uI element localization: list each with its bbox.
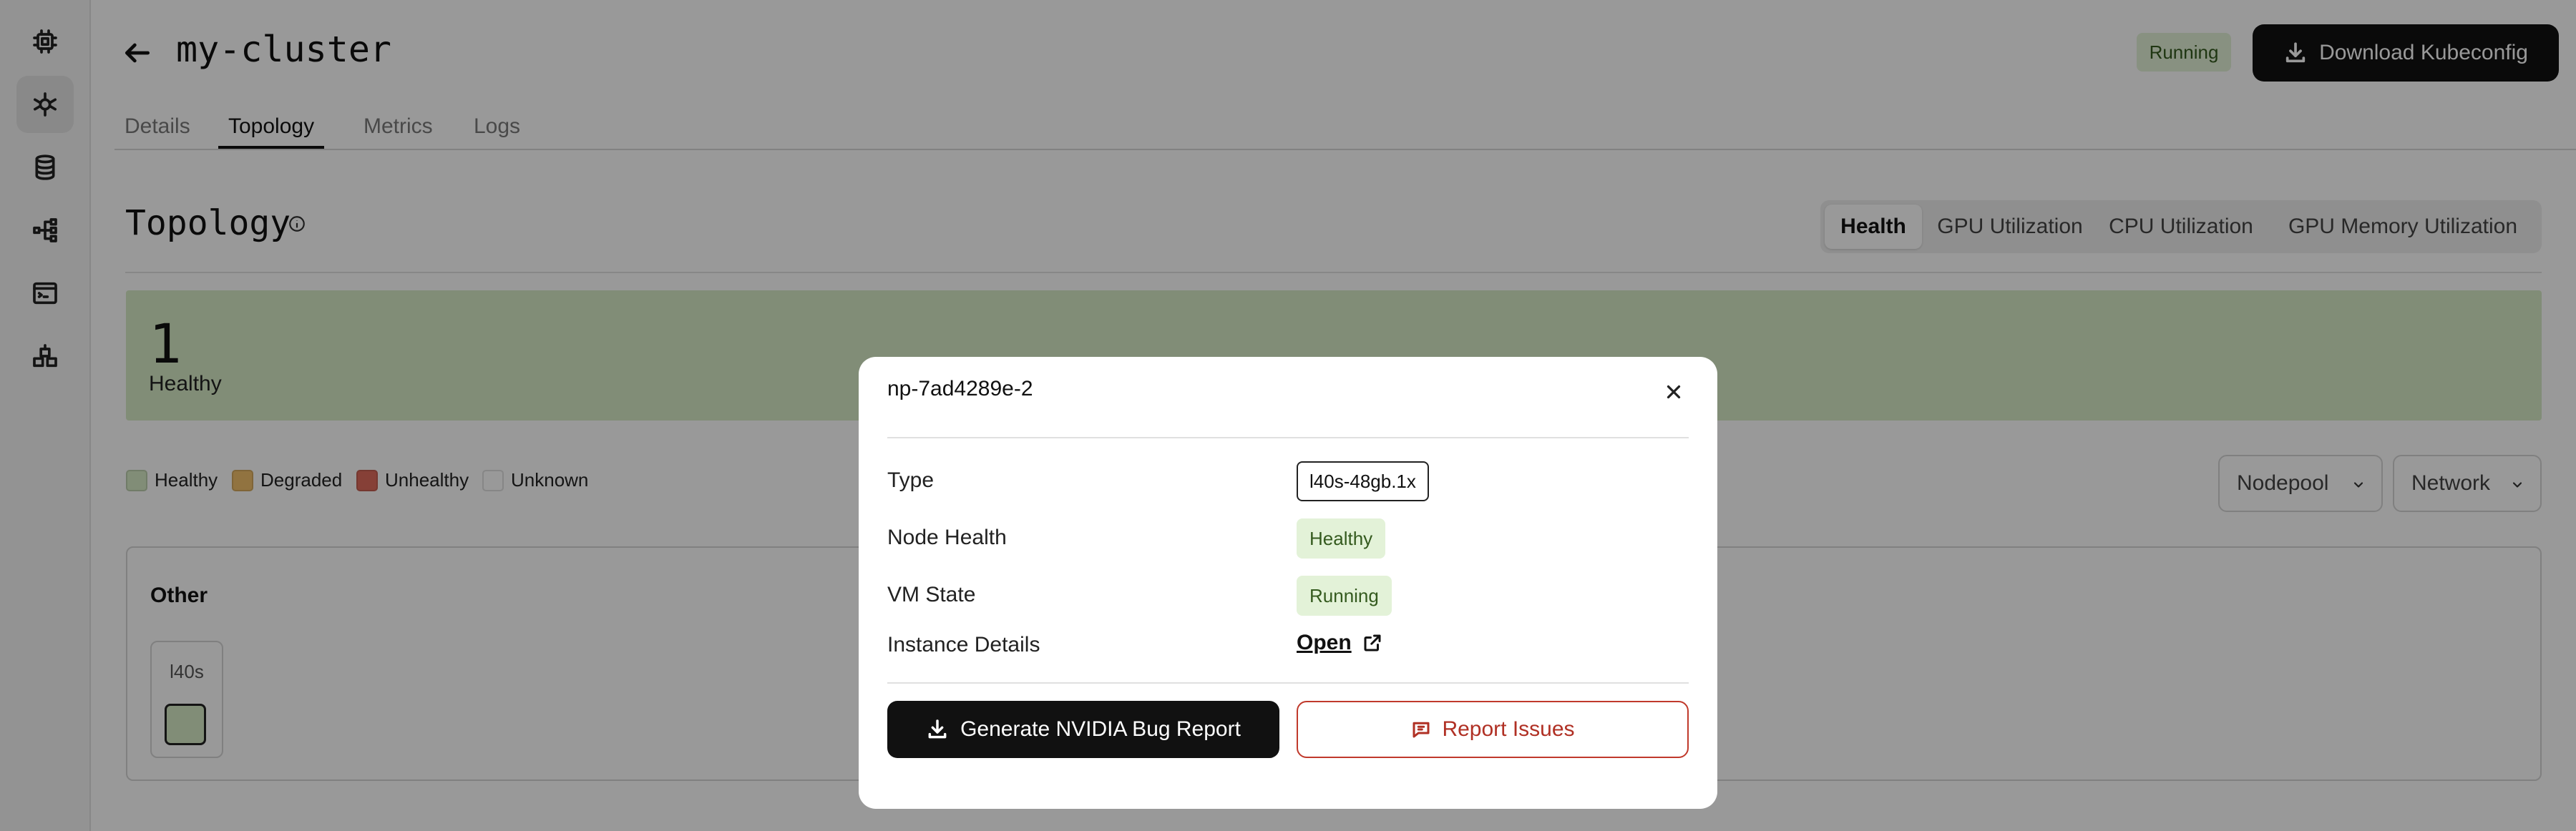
type-value: l40s-48gb.1x	[1297, 461, 1429, 501]
modal-divider	[887, 437, 1689, 438]
instance-details-label: Instance Details	[887, 633, 1040, 657]
open-link-label: Open	[1297, 631, 1352, 654]
instance-details-link[interactable]: Open	[1297, 631, 1383, 655]
close-icon[interactable]	[1663, 381, 1684, 403]
generate-bug-report-label: Generate NVIDIA Bug Report	[960, 717, 1241, 741]
message-report-icon	[1413, 722, 1430, 738]
node-health-badge: Healthy	[1297, 518, 1386, 559]
type-label: Type	[887, 468, 935, 492]
generate-bug-report-button[interactable]: Generate NVIDIA Bug Report	[887, 701, 1279, 758]
vm-state-label: VM State	[887, 583, 976, 606]
vm-state-badge: Running	[1297, 576, 1392, 616]
report-issues-label: Report Issues	[1442, 717, 1575, 741]
node-details-modal: np-7ad4289e-2 Type l40s-48gb.1x Node Hea…	[859, 357, 1717, 809]
node-health-label: Node Health	[887, 526, 1007, 549]
modal-divider	[887, 682, 1689, 684]
external-link-icon	[1364, 634, 1381, 651]
report-issues-button[interactable]: Report Issues	[1297, 701, 1689, 758]
download-icon	[928, 719, 947, 739]
modal-title: np-7ad4289e-2	[887, 377, 1033, 400]
